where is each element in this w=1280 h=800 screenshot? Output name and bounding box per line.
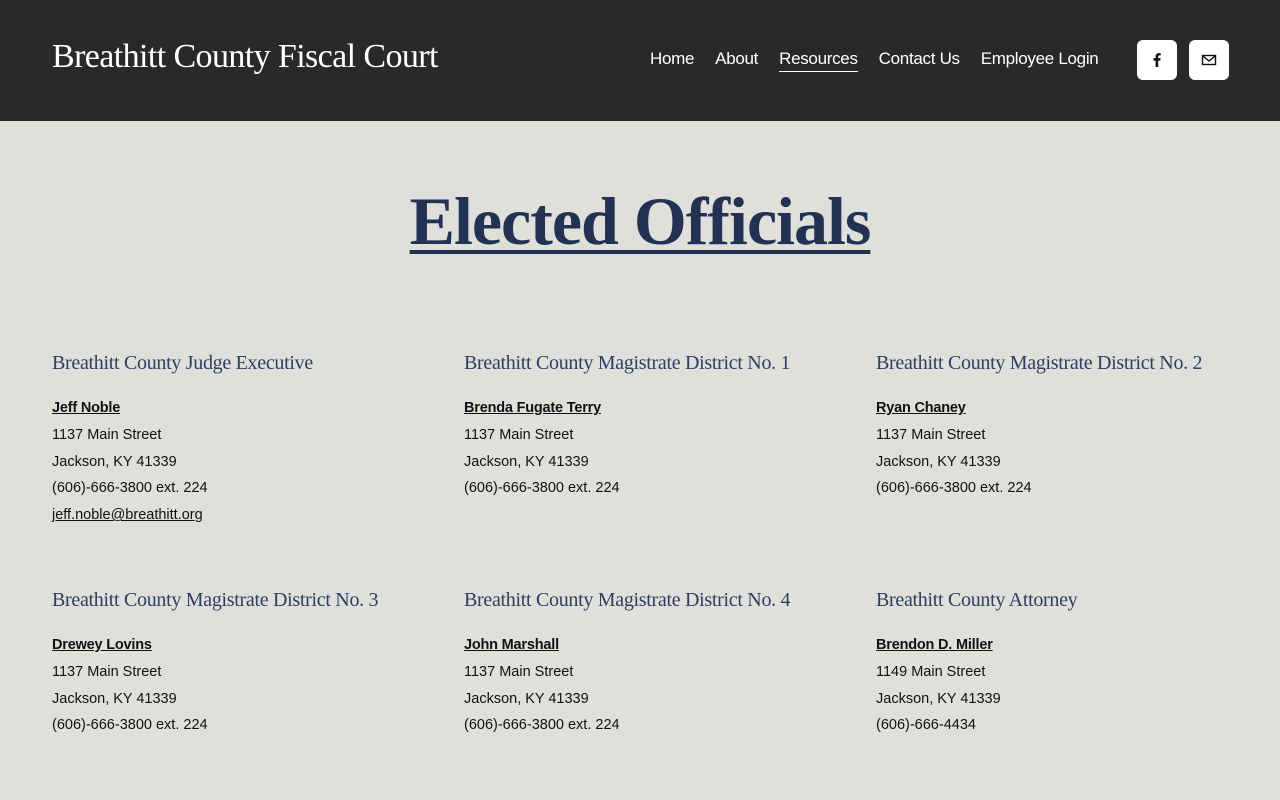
site-title[interactable]: Breathitt County Fiscal Court xyxy=(52,38,438,76)
official-street: 1137 Main Street xyxy=(464,426,574,443)
official-phone: (606)-666-3800 ext. 224 xyxy=(464,480,620,497)
official-card: Breathitt County Magistrate District No.… xyxy=(876,352,1256,502)
official-phone: (606)-666-4434 xyxy=(876,717,976,734)
site-header: Breathitt County Fiscal Court Home About… xyxy=(0,0,1280,121)
official-city: Jackson, KY 41339 xyxy=(464,453,589,470)
nav-contact-us[interactable]: Contact Us xyxy=(879,49,960,72)
official-name-link[interactable]: Ryan Chaney xyxy=(876,400,966,416)
official-city: Jackson, KY 41339 xyxy=(52,690,177,707)
official-card: Breathitt County Attorney Brendon D. Mil… xyxy=(876,589,1256,739)
nav-resources[interactable]: Resources xyxy=(779,49,858,72)
official-street: 1137 Main Street xyxy=(464,663,574,680)
nav-employee-login[interactable]: Employee Login xyxy=(981,49,1099,72)
page-title: Elected Officials xyxy=(0,182,1280,261)
main-nav: Home About Resources Contact Us Employee… xyxy=(650,49,1099,72)
mail-icon xyxy=(1201,54,1217,66)
official-name-link[interactable]: John Marshall xyxy=(464,637,559,653)
official-street: 1137 Main Street xyxy=(876,426,986,443)
facebook-button[interactable] xyxy=(1137,40,1177,80)
official-role: Breathitt County Magistrate District No.… xyxy=(876,352,1203,374)
official-email-link[interactable]: jeff.noble@breathitt.org xyxy=(52,507,203,523)
official-role: Breathitt County Magistrate District No.… xyxy=(464,352,791,374)
official-city: Jackson, KY 41339 xyxy=(876,690,1001,707)
official-role: Breathitt County Magistrate District No.… xyxy=(464,589,791,611)
official-card: Breathitt County Judge Executive Jeff No… xyxy=(52,352,432,529)
official-phone: (606)-666-3800 ext. 224 xyxy=(464,717,620,734)
official-city: Jackson, KY 41339 xyxy=(876,453,1001,470)
official-phone: (606)-666-3800 ext. 224 xyxy=(876,480,1032,497)
official-street: 1137 Main Street xyxy=(52,663,162,680)
facebook-icon xyxy=(1153,53,1161,67)
official-name-link[interactable]: Jeff Noble xyxy=(52,400,120,416)
official-city: Jackson, KY 41339 xyxy=(464,690,589,707)
official-card: Breathitt County Magistrate District No.… xyxy=(52,589,432,739)
official-phone: (606)-666-3800 ext. 224 xyxy=(52,717,208,734)
official-street: 1149 Main Street xyxy=(876,663,986,680)
official-card: Breathitt County Magistrate District No.… xyxy=(464,589,844,739)
official-role: Breathitt County Attorney xyxy=(876,589,1078,611)
official-card: Breathitt County Magistrate District No.… xyxy=(464,352,844,502)
official-city: Jackson, KY 41339 xyxy=(52,453,177,470)
official-name-link[interactable]: Brendon D. Miller xyxy=(876,637,993,653)
official-role: Breathitt County Magistrate District No.… xyxy=(52,589,379,611)
official-street: 1137 Main Street xyxy=(52,426,162,443)
official-role: Breathitt County Judge Executive xyxy=(52,352,313,374)
official-phone: (606)-666-3800 ext. 224 xyxy=(52,480,208,497)
nav-about[interactable]: About xyxy=(715,49,758,72)
official-name-link[interactable]: Drewey Lovins xyxy=(52,637,152,653)
nav-home[interactable]: Home xyxy=(650,49,694,72)
email-button[interactable] xyxy=(1189,40,1229,80)
page-title-text: Elected Officials xyxy=(409,183,872,259)
official-name-link[interactable]: Brenda Fugate Terry xyxy=(464,400,601,416)
